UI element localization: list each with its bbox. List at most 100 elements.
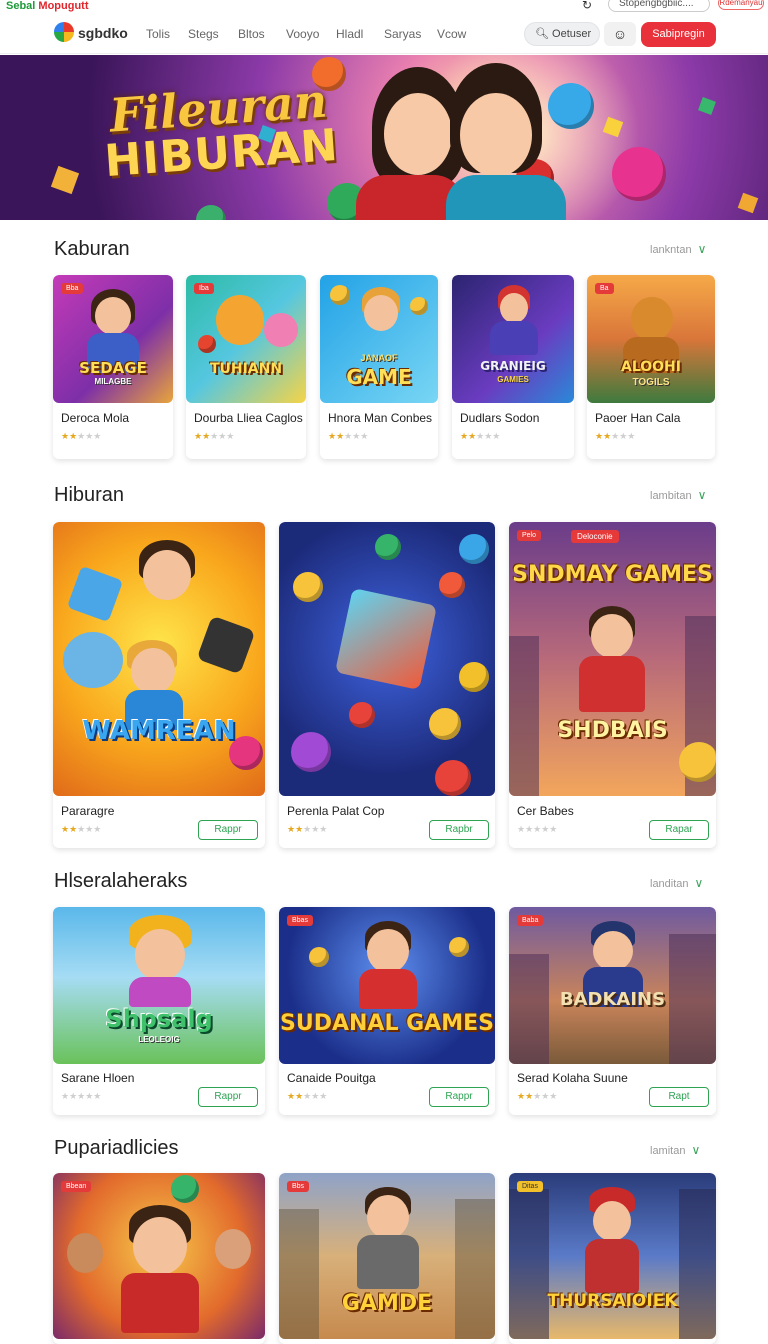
badge: Baba: [517, 915, 544, 926]
nav-link-5[interactable]: Hladl: [336, 27, 363, 41]
rating-stars: ★★★★★: [287, 1091, 328, 1101]
nav-link-1[interactable]: Tolis: [146, 27, 170, 41]
game-card[interactable]: JANAOF GAME Hnora Man Conbes ★★★★★: [320, 275, 438, 459]
badge: Bbean: [61, 1181, 92, 1192]
card-title: Paoer Han Cala: [595, 411, 681, 425]
section-more-link[interactable]: landitan ∨: [650, 876, 703, 890]
rating-stars: ★★★★★: [595, 431, 636, 441]
game-card[interactable]: Shpsalg LEOLEOIG Sarane Hloen ★★★★★ Rapp…: [53, 907, 265, 1115]
play-button[interactable]: Rappr: [429, 1087, 489, 1107]
game-card[interactable]: Bbas SUDANAL GAMES Canaide Pouitga ★★★★★…: [279, 907, 495, 1115]
nav-link-2[interactable]: Stegs: [188, 27, 219, 41]
hero-title: Fileuran HIBURAN: [87, 74, 353, 188]
play-button[interactable]: Rapar: [649, 820, 709, 840]
game-thumbnail: Iba TUHIANN: [186, 275, 306, 403]
nav-link-7[interactable]: Vcow: [437, 27, 466, 41]
art-title: ALOOHI: [621, 359, 681, 375]
token-icon: [196, 205, 226, 220]
art-title: GRANIEIG: [480, 359, 546, 373]
game-thumbnail: Bba SEDAGE MILAGBE: [53, 275, 173, 403]
art-title: SNDMAY GAMES: [512, 562, 713, 587]
hero-banner[interactable]: Fileuran HIBURAN: [0, 55, 768, 220]
chevron-down-icon: ∨: [691, 1143, 701, 1157]
section-more-link[interactable]: lambitan ∨: [650, 488, 706, 502]
refresh-icon[interactable]: ↻: [582, 0, 592, 12]
game-card[interactable]: Ba ALOOHI TOGILS Paoer Han Cala ★★★★★: [587, 275, 715, 459]
top-strip: Sebal Mopugutt ↻ Stopengbgbiic.... Rdema…: [0, 0, 768, 14]
game-thumbnail: Shpsalg LEOLEOIG: [53, 907, 265, 1064]
art-subtitle: MILAGBE: [94, 377, 132, 386]
gem-icon: [737, 192, 759, 214]
game-thumbnail: GRANIEIG GAMIES: [452, 275, 574, 403]
card-title: Dourba Lliea Caglos: [194, 411, 303, 425]
logo-text[interactable]: sgbdko: [78, 25, 128, 41]
game-thumbnail: Bbean: [53, 1173, 265, 1339]
game-thumbnail: JANAOF GAME: [320, 275, 438, 403]
rating-stars: ★★★★★: [517, 1091, 558, 1101]
play-button[interactable]: Rapbr: [429, 820, 489, 840]
game-card[interactable]: Pelo Deloconie SNDMAY GAMES SHDBAIS Cer …: [509, 522, 716, 848]
badge: Deloconie: [571, 530, 619, 543]
top-pill-button[interactable]: Rdemanyau: [718, 0, 764, 10]
art-title: TUHIANN: [209, 361, 283, 377]
game-card[interactable]: Bba SEDAGE MILAGBE Deroca Mola ★★★★★: [53, 275, 173, 459]
game-thumbnail: Baba BADKAINS: [509, 907, 716, 1064]
section-more-link[interactable]: lamitan ∨: [650, 1143, 700, 1157]
chevron-down-icon: ∨: [697, 242, 707, 256]
top-brand[interactable]: Sebal Mopugutt: [6, 0, 89, 12]
art-subtitle: TOGILS: [632, 377, 670, 388]
game-card[interactable]: Bbean: [53, 1173, 265, 1344]
game-card[interactable]: Perenla Palat Cop ★★★★★ Rapbr: [279, 522, 495, 848]
badge: Ditas: [517, 1181, 543, 1192]
card-title: Pararagre: [61, 804, 115, 818]
art-subtitle: GAMIES: [497, 375, 529, 384]
section-more-link[interactable]: lankntan ∨: [650, 242, 706, 256]
rating-stars: ★★★★★: [61, 1091, 102, 1101]
logo-icon[interactable]: [54, 22, 74, 42]
nav-link-3[interactable]: Bltos: [238, 27, 265, 41]
card-title: Serad Kolaha Suune: [517, 1071, 628, 1085]
play-button[interactable]: Rapt: [649, 1087, 709, 1107]
card-title: Deroca Mola: [61, 411, 130, 425]
card-title: Canaide Pouitga: [287, 1071, 376, 1085]
gem-icon: [334, 587, 438, 691]
game-card[interactable]: WAMREAN Pararagre ★★★★★ Rappr: [53, 522, 265, 848]
art-title: THURSAIOIEK: [547, 1291, 678, 1311]
nav-search-input[interactable]: 🔍︎ Oetuser: [524, 22, 600, 46]
rating-stars: ★★★★★: [61, 431, 102, 441]
art-subtitle: LEOLEOIG: [138, 1035, 180, 1044]
game-thumbnail: [279, 522, 495, 796]
chevron-down-icon: ∨: [697, 488, 707, 502]
card-title: Perenla Palat Cop: [287, 804, 385, 818]
play-button[interactable]: Rappr: [198, 820, 258, 840]
top-search-field[interactable]: Stopengbgbiic....: [608, 0, 710, 12]
art-title: WAMREAN: [82, 716, 236, 746]
art-subtitle: JANAOF: [360, 353, 398, 363]
rating-stars: ★★★★★: [328, 431, 369, 441]
section-title: Pupariadlicies: [54, 1137, 179, 1159]
game-thumbnail: Bbas SUDANAL GAMES: [279, 907, 495, 1064]
section-title: Hlseralaheraks: [54, 870, 188, 892]
avatar[interactable]: ☺: [604, 22, 636, 46]
rating-stars: ★★★★★: [61, 824, 102, 834]
game-card[interactable]: Ditas THURSAIOIEK: [509, 1173, 716, 1344]
nav-link-6[interactable]: Saryas: [384, 27, 421, 41]
badge: Bbs: [287, 1181, 310, 1192]
game-card[interactable]: Iba TUHIANN Dourba Lliea Caglos ★★★★★: [186, 275, 306, 459]
top-brand-green: Sebal: [6, 0, 36, 12]
art-title: SEDAGE: [79, 359, 147, 377]
signup-button[interactable]: Sabipregin: [641, 22, 716, 47]
rating-stars: ★★★★★: [517, 824, 558, 834]
token-icon: [612, 147, 666, 201]
card-title: Dudlars Sodon: [460, 411, 540, 425]
section-more-label: lamitan: [650, 1145, 686, 1157]
badge: Bba: [61, 283, 84, 294]
game-card[interactable]: GRANIEIG GAMIES Dudlars Sodon ★★★★★: [452, 275, 574, 459]
game-card[interactable]: Bbs GAMDE: [279, 1173, 495, 1344]
nav-link-4[interactable]: Vooyo: [286, 27, 319, 41]
rating-stars: ★★★★★: [194, 431, 235, 441]
play-button[interactable]: Rappr: [198, 1087, 258, 1107]
game-thumbnail: Pelo Deloconie SNDMAY GAMES SHDBAIS: [509, 522, 716, 796]
game-card[interactable]: Baba BADKAINS Serad Kolaha Suune ★★★★★ R…: [509, 907, 716, 1115]
card-title: Hnora Man Conbes: [328, 411, 433, 425]
